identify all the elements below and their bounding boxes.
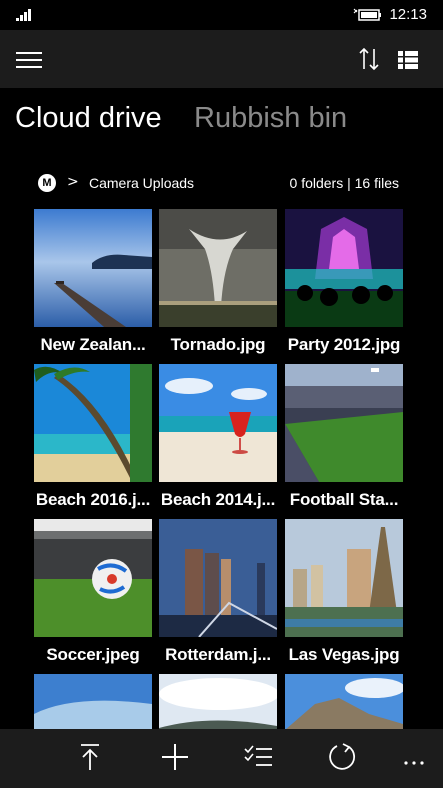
file-tile[interactable] [285,674,403,729]
select-icon[interactable] [243,741,275,773]
thumbnail-cocktail-beach [159,364,277,482]
thumbnail-stadium [285,364,403,482]
thumbnail-tornado [159,209,277,327]
file-name: Party 2012.jpg [287,335,401,354]
file-grid: New Zealan... Tornado.jpg Party 2012.jpg… [0,0,443,788]
file-tile[interactable]: Rotterdam.j... [159,519,277,669]
file-tile[interactable]: Football Sta... [285,364,403,514]
thumbnail-mountain-clouds [159,674,277,729]
file-name: Football Sta... [289,490,399,509]
bottom-app-bar [0,729,443,788]
file-name: Beach 2014.j... [160,490,276,509]
file-name: Rotterdam.j... [165,645,271,664]
add-icon[interactable] [159,741,191,773]
file-tile[interactable] [34,674,152,729]
thumbnail-city-towers [159,519,277,637]
file-tile[interactable]: Party 2012.jpg [285,209,403,359]
file-name: Tornado.jpg [170,335,266,354]
thumbnail-soccer-ball [34,519,152,637]
thumbnail-pier-lake [34,209,152,327]
file-tile[interactable]: New Zealan... [34,209,152,359]
thumbnail-rocky-hill [285,674,403,729]
thumbnail-las-vegas [285,519,403,637]
file-tile[interactable] [159,674,277,729]
file-tile[interactable]: Tornado.jpg [159,209,277,359]
file-tile[interactable]: Beach 2016.j... [34,364,152,514]
file-tile[interactable]: Soccer.jpeg [34,519,152,669]
refresh-icon[interactable] [326,741,358,773]
file-name: Las Vegas.jpg [288,645,400,664]
file-name: New Zealan... [40,335,146,354]
upload-icon[interactable] [74,741,106,773]
file-tile[interactable]: Beach 2014.j... [159,364,277,514]
more-icon[interactable] [398,741,430,773]
file-name: Beach 2016.j... [35,490,151,509]
file-name: Soccer.jpeg [46,645,140,664]
thumbnail-concert [285,209,403,327]
file-tile[interactable]: Las Vegas.jpg [285,519,403,669]
thumbnail-palm-beach [34,364,152,482]
thumbnail-sky [34,674,152,729]
